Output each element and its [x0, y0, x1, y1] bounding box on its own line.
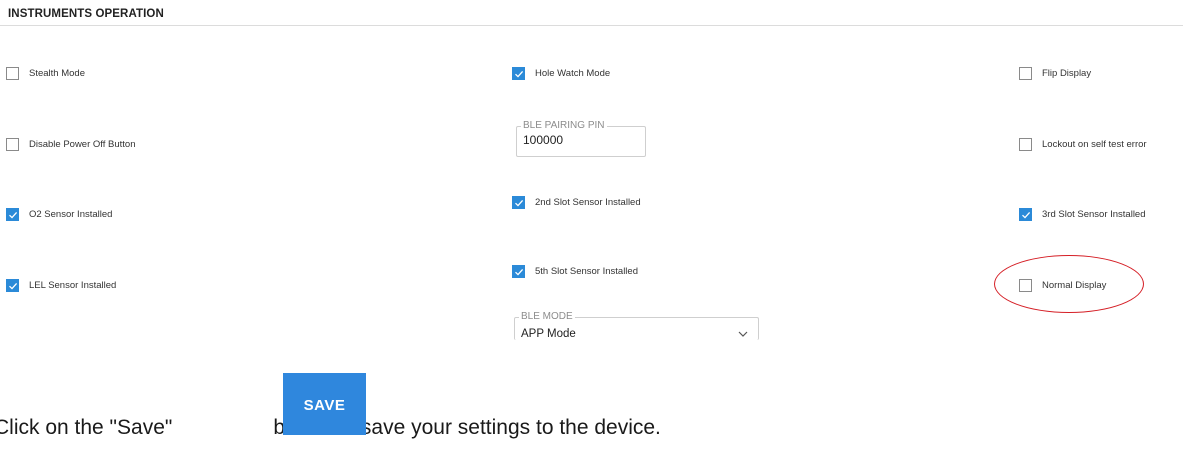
- ble-mode-legend: BLE MODE: [519, 311, 575, 322]
- lockout-self-test-checkbox[interactable]: [1019, 138, 1032, 151]
- disable-power-off-checkbox[interactable]: [6, 138, 19, 151]
- slot2-sensor-option[interactable]: 2nd Slot Sensor Installed: [512, 196, 641, 209]
- slot5-sensor-label: 5th Slot Sensor Installed: [535, 266, 638, 277]
- flip-display-checkbox[interactable]: [1019, 67, 1032, 80]
- lel-sensor-option[interactable]: LEL Sensor Installed: [6, 279, 116, 292]
- instruction-before: Click on the "Save": [0, 416, 173, 439]
- section-divider: [0, 25, 1183, 26]
- o2-sensor-label: O2 Sensor Installed: [29, 209, 113, 220]
- save-button[interactable]: SAVE: [283, 373, 366, 435]
- lockout-self-test-label: Lockout on self test error: [1042, 139, 1147, 150]
- slot5-sensor-checkbox[interactable]: [512, 265, 525, 278]
- stealth-mode-label: Stealth Mode: [29, 68, 85, 79]
- slot5-sensor-option[interactable]: 5th Slot Sensor Installed: [512, 265, 638, 278]
- o2-sensor-option[interactable]: O2 Sensor Installed: [6, 208, 112, 221]
- slot3-sensor-checkbox[interactable]: [1019, 208, 1032, 221]
- ble-mode-value: APP Mode: [521, 328, 576, 340]
- section-title: INSTRUMENTS OPERATION: [8, 8, 164, 20]
- slot2-sensor-checkbox[interactable]: [512, 196, 525, 209]
- slot3-sensor-option[interactable]: 3rd Slot Sensor Installed: [1019, 208, 1146, 221]
- disable-power-off-option[interactable]: Disable Power Off Button: [6, 138, 136, 151]
- chevron-down-icon[interactable]: [738, 324, 748, 342]
- hole-watch-mode-option[interactable]: Hole Watch Mode: [512, 67, 610, 80]
- flip-display-option[interactable]: Flip Display: [1019, 67, 1091, 80]
- lel-sensor-checkbox[interactable]: [6, 279, 19, 292]
- slot3-sensor-label: 3rd Slot Sensor Installed: [1042, 209, 1146, 220]
- slot2-sensor-label: 2nd Slot Sensor Installed: [535, 197, 641, 208]
- hole-watch-mode-checkbox[interactable]: [512, 67, 525, 80]
- flip-display-label: Flip Display: [1042, 68, 1092, 79]
- stealth-mode-checkbox[interactable]: [6, 67, 19, 80]
- ble-pairing-pin-legend: BLE PAIRING PIN: [521, 120, 607, 131]
- ble-mode-select[interactable]: BLE MODE APP Mode: [514, 311, 759, 342]
- o2-sensor-checkbox[interactable]: [6, 208, 19, 221]
- lel-sensor-label: LEL Sensor Installed: [29, 280, 117, 291]
- ble-pairing-pin-input[interactable]: 100000: [523, 133, 563, 147]
- disable-power-off-label: Disable Power Off Button: [29, 139, 136, 150]
- ble-pairing-pin-field[interactable]: BLE PAIRING PIN 100000: [516, 120, 646, 157]
- hole-watch-mode-label: Hole Watch Mode: [535, 68, 611, 79]
- highlight-ellipse: [994, 255, 1144, 313]
- stealth-mode-option[interactable]: Stealth Mode: [6, 67, 85, 80]
- lockout-self-test-option[interactable]: Lockout on self test error: [1019, 138, 1147, 151]
